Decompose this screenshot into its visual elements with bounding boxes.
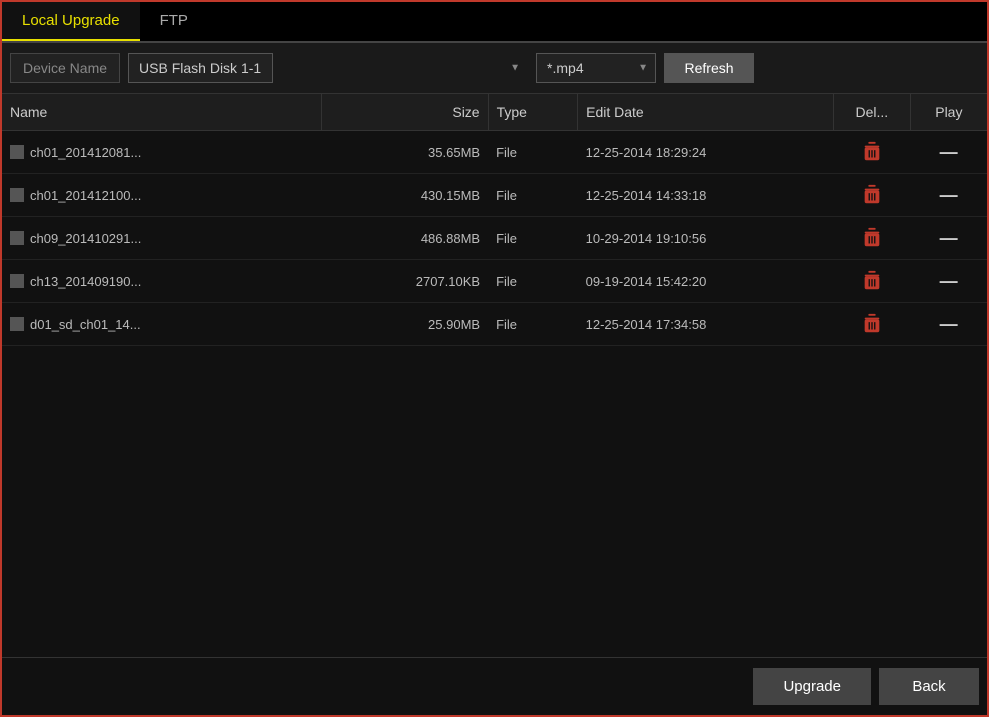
file-icon: [10, 145, 24, 159]
file-date-cell: 10-29-2014 19:10:56: [578, 217, 834, 260]
trash-icon: [862, 270, 882, 292]
file-type-cell: File: [488, 260, 578, 303]
play-dash[interactable]: —: [918, 228, 979, 249]
device-select-wrapper: USB Flash Disk 1-1: [128, 53, 528, 83]
file-name: ch01_201412081...: [30, 145, 141, 160]
tab-bar: Local Upgrade FTP: [2, 2, 987, 43]
play-dash[interactable]: —: [918, 271, 979, 292]
tab-ftp[interactable]: FTP: [140, 2, 208, 41]
table-row[interactable]: d01_sd_ch01_14... 25.90MBFile12-25-2014 1…: [2, 303, 987, 346]
col-header-editdate: Edit Date: [578, 94, 834, 131]
delete-button[interactable]: [862, 184, 882, 206]
file-name: d01_sd_ch01_14...: [30, 317, 141, 332]
file-name: ch13_201409190...: [30, 274, 141, 289]
file-play-cell[interactable]: —: [910, 260, 987, 303]
file-delete-cell[interactable]: [833, 217, 910, 260]
file-name-cell: ch01_201412081...: [2, 131, 322, 174]
file-date-cell: 12-25-2014 17:34:58: [578, 303, 834, 346]
file-type-cell: File: [488, 303, 578, 346]
back-button[interactable]: Back: [879, 668, 979, 705]
col-header-size: Size: [322, 94, 488, 131]
file-play-cell[interactable]: —: [910, 303, 987, 346]
table-row[interactable]: ch01_201412081... 35.65MBFile12-25-2014 1…: [2, 131, 987, 174]
delete-button[interactable]: [862, 313, 882, 335]
play-dash[interactable]: —: [918, 314, 979, 335]
col-header-del: Del...: [833, 94, 910, 131]
file-icon: [10, 231, 24, 245]
toolbar: Device Name USB Flash Disk 1-1 *.mp4 Ref…: [2, 43, 987, 94]
table-header-row: Name Size Type Edit Date Del... Play: [2, 94, 987, 131]
file-play-cell[interactable]: —: [910, 131, 987, 174]
file-delete-cell[interactable]: [833, 131, 910, 174]
col-header-name: Name: [2, 94, 322, 131]
table-row[interactable]: ch13_201409190... 2707.10KBFile09-19-2014…: [2, 260, 987, 303]
file-name-cell: ch13_201409190...: [2, 260, 322, 303]
trash-icon: [862, 141, 882, 163]
file-size-cell: 430.15MB: [322, 174, 488, 217]
table-row[interactable]: ch09_201410291... 486.88MBFile10-29-2014 …: [2, 217, 987, 260]
delete-button[interactable]: [862, 270, 882, 292]
table-row[interactable]: ch01_201412100... 430.15MBFile12-25-2014 …: [2, 174, 987, 217]
file-size-cell: 25.90MB: [322, 303, 488, 346]
file-name: ch09_201410291...: [30, 231, 141, 246]
upgrade-button[interactable]: Upgrade: [753, 668, 871, 705]
file-name-cell: d01_sd_ch01_14...: [2, 303, 322, 346]
file-name-cell: ch01_201412100...: [2, 174, 322, 217]
filter-select[interactable]: *.mp4: [536, 53, 656, 83]
device-select[interactable]: USB Flash Disk 1-1: [128, 53, 273, 83]
col-header-type: Type: [488, 94, 578, 131]
file-delete-cell[interactable]: [833, 174, 910, 217]
file-delete-cell[interactable]: [833, 303, 910, 346]
file-delete-cell[interactable]: [833, 260, 910, 303]
file-icon: [10, 317, 24, 331]
file-table: Name Size Type Edit Date Del... Play ch0…: [2, 94, 987, 657]
file-date-cell: 09-19-2014 15:42:20: [578, 260, 834, 303]
file-name-cell: ch09_201410291...: [2, 217, 322, 260]
tab-local-upgrade[interactable]: Local Upgrade: [2, 2, 140, 41]
main-container: Local Upgrade FTP Device Name USB Flash …: [0, 0, 989, 717]
trash-icon: [862, 184, 882, 206]
file-type-cell: File: [488, 217, 578, 260]
file-play-cell[interactable]: —: [910, 217, 987, 260]
play-dash[interactable]: —: [918, 185, 979, 206]
file-type-cell: File: [488, 174, 578, 217]
file-date-cell: 12-25-2014 14:33:18: [578, 174, 834, 217]
delete-button[interactable]: [862, 141, 882, 163]
col-header-play: Play: [910, 94, 987, 131]
file-date-cell: 12-25-2014 18:29:24: [578, 131, 834, 174]
file-icon: [10, 274, 24, 288]
file-icon: [10, 188, 24, 202]
refresh-button[interactable]: Refresh: [664, 53, 754, 83]
file-name: ch01_201412100...: [30, 188, 141, 203]
file-size-cell: 486.88MB: [322, 217, 488, 260]
file-size-cell: 2707.10KB: [322, 260, 488, 303]
trash-icon: [862, 227, 882, 249]
filter-select-wrapper: *.mp4: [536, 53, 656, 83]
device-name-label: Device Name: [10, 53, 120, 83]
trash-icon: [862, 313, 882, 335]
bottom-bar: Upgrade Back: [2, 657, 987, 715]
file-type-cell: File: [488, 131, 578, 174]
play-dash[interactable]: —: [918, 142, 979, 163]
file-size-cell: 35.65MB: [322, 131, 488, 174]
file-play-cell[interactable]: —: [910, 174, 987, 217]
delete-button[interactable]: [862, 227, 882, 249]
